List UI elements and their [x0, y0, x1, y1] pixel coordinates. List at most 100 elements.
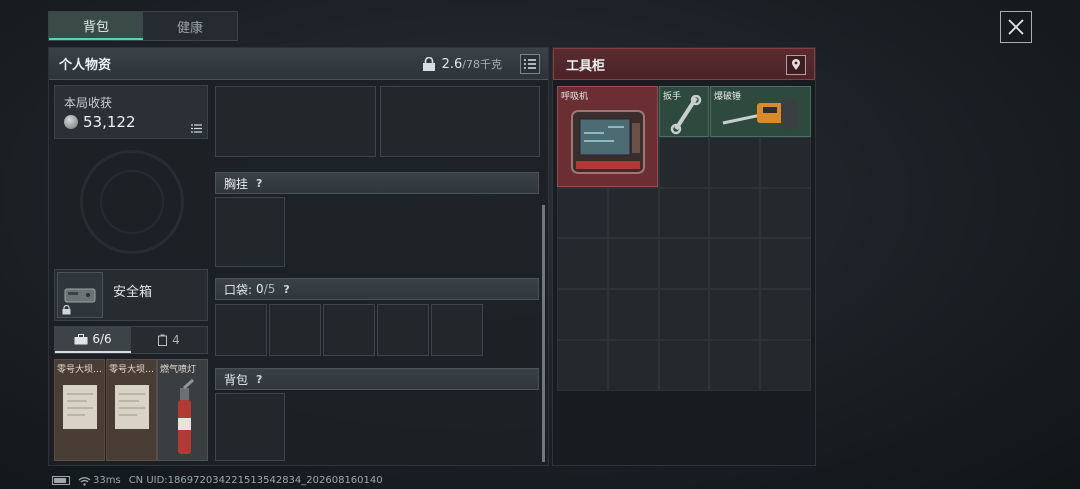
- subtab-items[interactable]: 6/6: [55, 327, 131, 353]
- grid-cell[interactable]: [658, 238, 710, 290]
- grid-cell[interactable]: [709, 187, 761, 239]
- help-icon[interactable]: ?: [256, 373, 262, 386]
- grid-cell[interactable]: [607, 187, 659, 239]
- pocket-count: 0: [256, 282, 264, 296]
- top-tabs: 背包 健康: [48, 11, 238, 41]
- chest-rig-section: 胸挂 ?: [215, 172, 539, 194]
- backpack-label: 背包: [224, 372, 249, 387]
- item-dam-key-2[interactable]: 零号大坝…: [106, 359, 157, 461]
- backpack-section: 背包 ?: [215, 368, 539, 390]
- personal-supplies-header: 个人物资 2.6 /78千克: [49, 48, 548, 80]
- earnings-label: 本局收获: [64, 96, 113, 110]
- item-name: 呼吸机: [561, 92, 589, 102]
- battery-icon: [52, 476, 70, 485]
- subtab-cases[interactable]: 4: [131, 327, 207, 353]
- grid-cell[interactable]: [709, 136, 761, 188]
- pocket-slot[interactable]: [269, 304, 321, 356]
- grid-cell[interactable]: [607, 289, 659, 340]
- case-icon: [158, 334, 168, 346]
- help-icon[interactable]: ?: [283, 283, 289, 296]
- coin-icon: [64, 115, 78, 129]
- item-gas-torch[interactable]: 燃气喷灯: [157, 359, 208, 461]
- grid-cell[interactable]: [658, 136, 710, 188]
- safebox-slot[interactable]: 安全箱: [54, 269, 208, 321]
- panel-title: 个人物资: [59, 58, 112, 73]
- document-icon: [115, 385, 149, 429]
- close-icon: [1008, 19, 1024, 35]
- safebox-subtabs: 6/6 4: [54, 326, 208, 354]
- earnings-card: 本局收获 53,122: [54, 85, 208, 139]
- grid-cell[interactable]: [607, 238, 659, 290]
- grid-cell[interactable]: [760, 289, 811, 340]
- lock-icon: [62, 305, 71, 315]
- grid-cell[interactable]: [760, 238, 811, 290]
- grid-cell[interactable]: [557, 187, 608, 239]
- subtab-items-label: 6/6: [92, 332, 112, 346]
- armor-slot[interactable]: [380, 86, 540, 157]
- item-respirator[interactable]: 呼吸机: [557, 86, 658, 187]
- tab-health[interactable]: 健康: [143, 12, 237, 40]
- cabinet-title: 工具柜: [566, 58, 606, 74]
- item-dam-key-1[interactable]: 零号大坝…: [54, 359, 105, 461]
- gas-torch-icon: [178, 378, 194, 454]
- location-button[interactable]: [786, 55, 806, 75]
- grid-cell[interactable]: [760, 136, 811, 188]
- status-footer: 33ms CN UID:1869720342215135428​34_20260…: [52, 475, 383, 486]
- item-wrench[interactable]: 扳手: [659, 86, 709, 137]
- earnings-value-row: 53,122: [64, 113, 136, 131]
- chest-rig-slot[interactable]: [215, 197, 285, 267]
- pocket-slot[interactable]: [377, 304, 429, 356]
- tab-backpack[interactable]: 背包: [49, 12, 143, 40]
- weight-value: 2.6: [441, 56, 463, 72]
- grid-cell[interactable]: [760, 187, 811, 239]
- help-icon[interactable]: ?: [256, 177, 262, 190]
- list-icon: [524, 59, 536, 69]
- close-button[interactable]: [1000, 11, 1032, 43]
- chest-rig-label: 胸挂: [224, 176, 249, 191]
- wifi-icon: [78, 476, 91, 486]
- grid-cell[interactable]: [709, 289, 761, 340]
- tool-cabinet-header: 工具柜: [553, 48, 815, 80]
- item-name: 零号大坝…: [109, 365, 155, 375]
- backpack-slot[interactable]: [215, 393, 285, 461]
- respirator-icon: [571, 110, 645, 174]
- grid-cell[interactable]: [557, 238, 608, 290]
- pocket-max: /5: [263, 282, 276, 296]
- grid-cell[interactable]: [557, 289, 608, 340]
- pocket-slot[interactable]: [323, 304, 375, 356]
- document-icon: [63, 385, 97, 429]
- toolbox-icon: [74, 333, 88, 344]
- ping-value: 33ms: [93, 475, 121, 486]
- list-icon[interactable]: [191, 124, 202, 133]
- list-menu-button[interactable]: [520, 54, 540, 74]
- faction-emblem-inner: [100, 170, 164, 234]
- pocket-section: 口袋: 0 /5 ?: [215, 278, 539, 300]
- grid-cell[interactable]: [658, 339, 710, 391]
- grid-cell[interactable]: [658, 187, 710, 239]
- grid-cell[interactable]: [557, 339, 608, 391]
- item-name: 零号大坝…: [57, 365, 103, 375]
- grid-cell[interactable]: [709, 339, 761, 391]
- item-name: 燃气喷灯: [160, 365, 197, 375]
- location-pin-icon: [792, 59, 800, 70]
- safebox-label: 安全箱: [113, 285, 153, 300]
- demolition-hammer-icon: [722, 99, 797, 129]
- grid-cell[interactable]: [658, 289, 710, 340]
- item-demolition-hammer[interactable]: 爆破锤: [710, 86, 811, 137]
- pocket-slot[interactable]: [431, 304, 483, 356]
- pocket-label: 口袋:: [224, 282, 253, 297]
- earnings-value: 53,122: [83, 113, 136, 131]
- helmet-slot[interactable]: [215, 86, 376, 157]
- weight-readout: 2.6 /78千克: [422, 56, 502, 72]
- lock-icon: [422, 56, 435, 71]
- safebox-icon: [57, 272, 103, 318]
- subtab-cases-label: 4: [172, 333, 180, 347]
- scrollbar[interactable]: [542, 205, 545, 462]
- pocket-slot[interactable]: [215, 304, 267, 356]
- grid-cell[interactable]: [760, 339, 811, 391]
- weight-max: /78千克: [462, 58, 502, 71]
- uid-text: CN UID:1869720342215135428​34_2026081601…: [128, 475, 383, 486]
- wrench-icon: [670, 95, 702, 135]
- grid-cell[interactable]: [607, 339, 659, 391]
- grid-cell[interactable]: [709, 238, 761, 290]
